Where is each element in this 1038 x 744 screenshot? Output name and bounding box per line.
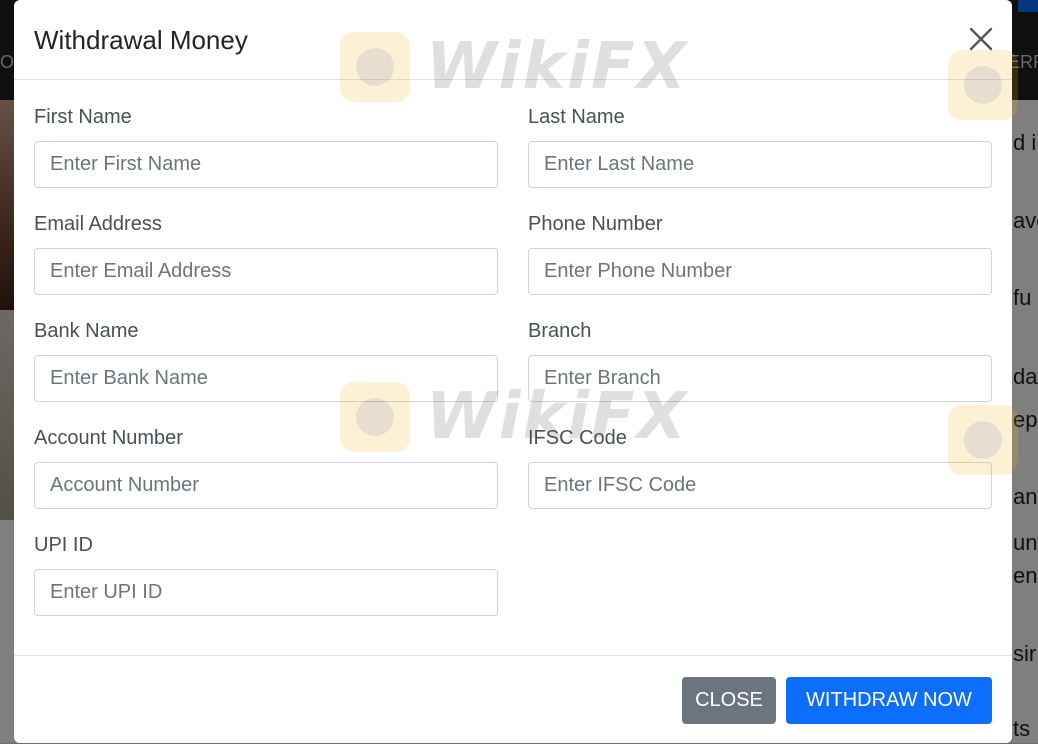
modal-footer: CLOSE WITHDRAW NOW bbox=[14, 655, 1012, 744]
last-name-group: Last Name bbox=[528, 102, 992, 188]
branch-group: Branch bbox=[528, 316, 992, 402]
withdrawal-modal: Withdrawal Money First Name Last Name Em… bbox=[14, 0, 1018, 744]
first-name-group: First Name bbox=[34, 102, 498, 188]
close-icon[interactable] bbox=[968, 26, 994, 52]
modal-title: Withdrawal Money bbox=[34, 25, 248, 55]
branch-label: Branch bbox=[528, 320, 592, 342]
account-number-label: Account Number bbox=[34, 427, 183, 449]
upi-label: UPI ID bbox=[34, 534, 93, 556]
account-number-input[interactable] bbox=[34, 462, 498, 509]
first-name-input[interactable] bbox=[34, 141, 498, 188]
last-name-label: Last Name bbox=[528, 106, 625, 128]
ifsc-label: IFSC Code bbox=[528, 427, 627, 449]
phone-input[interactable] bbox=[528, 248, 992, 295]
bank-name-input[interactable] bbox=[34, 355, 498, 402]
upi-group: UPI ID bbox=[34, 530, 498, 616]
last-name-input[interactable] bbox=[528, 141, 992, 188]
ifsc-input[interactable] bbox=[528, 462, 992, 509]
phone-label: Phone Number bbox=[528, 213, 663, 235]
bank-name-group: Bank Name bbox=[34, 316, 498, 402]
withdraw-now-button[interactable]: WITHDRAW NOW bbox=[786, 677, 992, 724]
close-button[interactable]: CLOSE bbox=[682, 677, 776, 724]
email-input[interactable] bbox=[34, 248, 498, 295]
upi-input[interactable] bbox=[34, 569, 498, 616]
modal-body: First Name Last Name Email Address Phone… bbox=[14, 80, 1012, 655]
email-label: Email Address bbox=[34, 213, 162, 235]
account-number-group: Account Number bbox=[34, 423, 498, 509]
bank-name-label: Bank Name bbox=[34, 320, 139, 342]
phone-group: Phone Number bbox=[528, 209, 992, 295]
ifsc-group: IFSC Code bbox=[528, 423, 992, 509]
branch-input[interactable] bbox=[528, 355, 992, 402]
first-name-label: First Name bbox=[34, 106, 132, 128]
modal-header: Withdrawal Money bbox=[14, 0, 1012, 80]
email-group: Email Address bbox=[34, 209, 498, 295]
